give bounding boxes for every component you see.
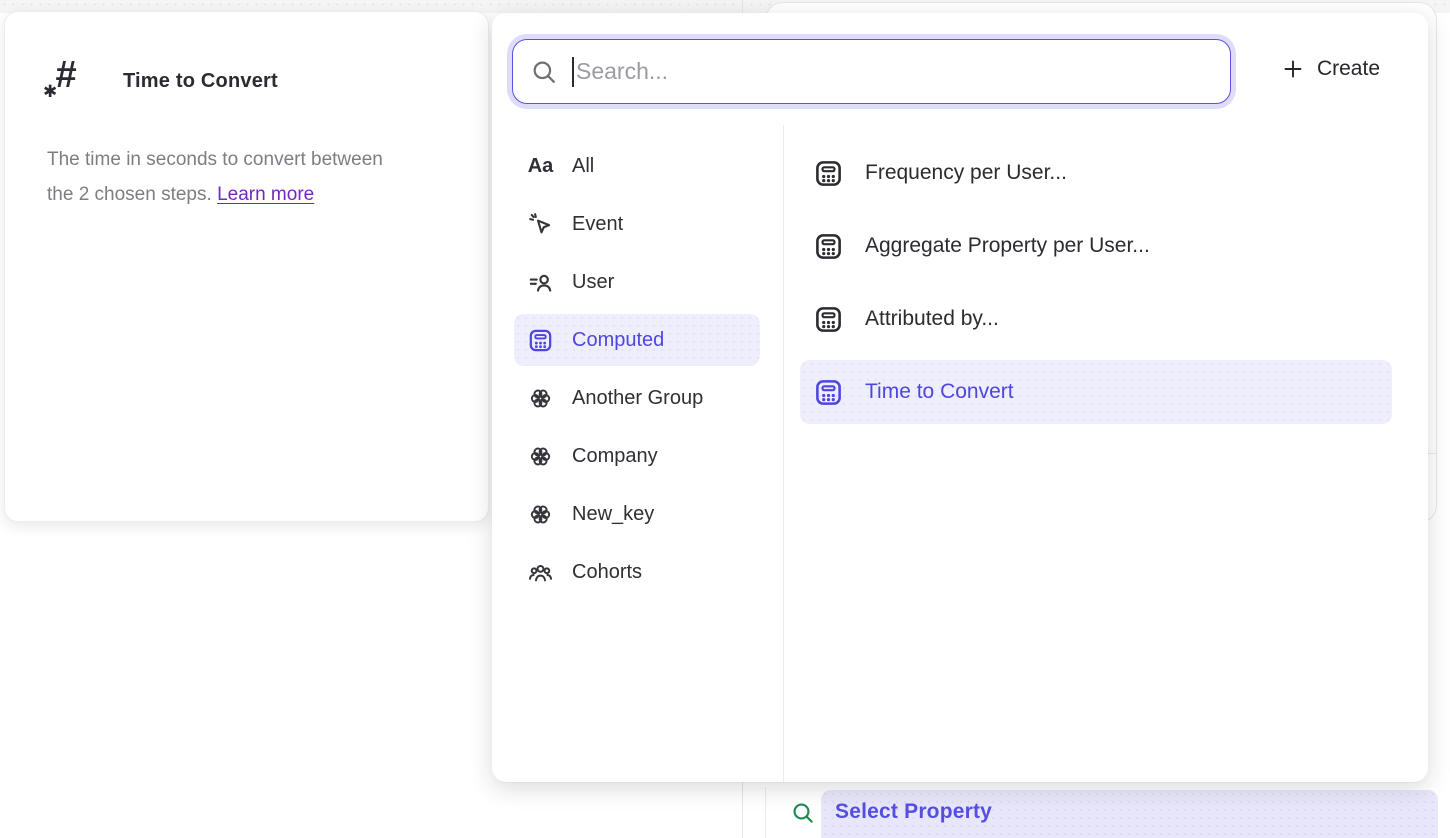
result-item-aggregate-property-per-user[interactable]: Aggregate Property per User...: [800, 214, 1392, 278]
tooltip-description: The time in seconds to convert between t…: [5, 104, 488, 212]
result-item-attributed-by[interactable]: Attributed by...: [800, 287, 1392, 351]
property-row: Select Property: [765, 787, 1450, 838]
cohort-people-icon: [527, 559, 554, 586]
search-input[interactable]: [574, 40, 1230, 103]
result-item-time-to-convert[interactable]: Time to Convert: [800, 360, 1392, 424]
sidebar-item-company[interactable]: Company: [514, 430, 760, 482]
result-item-label: Attributed by...: [865, 307, 999, 331]
group-cluster-icon: [527, 385, 554, 412]
select-property-button[interactable]: Select Property: [821, 790, 1438, 838]
property-tooltip-card: # ✱ Time to Convert The time in seconds …: [4, 11, 489, 522]
group-cluster-icon: [527, 501, 554, 528]
calculator-icon: [813, 231, 844, 262]
tooltip-title: Time to Convert: [123, 70, 278, 93]
calculator-icon: [527, 327, 554, 354]
sidebar-item-label: Event: [572, 213, 623, 236]
calculator-icon: [813, 377, 844, 408]
sidebar-item-label: Computed: [572, 329, 664, 352]
create-button-label: Create: [1317, 57, 1380, 81]
create-button[interactable]: Create: [1281, 57, 1380, 81]
search-icon: [790, 800, 816, 826]
result-item-frequency-per-user[interactable]: Frequency per User...: [800, 141, 1392, 205]
tooltip-description-line1: The time in seconds to convert between: [47, 149, 383, 170]
result-item-label: Aggregate Property per User...: [865, 234, 1150, 258]
text-format-icon: Aa: [527, 153, 554, 180]
picker-body: Aa All Event User Computed Another Group…: [492, 125, 1428, 782]
plus-icon: [1281, 57, 1305, 81]
sidebar-item-label: Company: [572, 445, 658, 468]
page: Select Property # ✱ Time to Convert The …: [0, 0, 1450, 838]
sidebar-item-label: User: [572, 271, 614, 294]
search-icon: [530, 58, 558, 86]
group-cluster-icon: [527, 443, 554, 470]
cursor-click-icon: [527, 211, 554, 238]
sidebar-item-label: Cohorts: [572, 561, 642, 584]
sidebar-item-user[interactable]: User: [514, 256, 760, 308]
numeric-hash-icon: # ✱: [45, 58, 91, 104]
sidebar-item-computed[interactable]: Computed: [514, 314, 760, 366]
sidebar-item-new-key[interactable]: New_key: [514, 488, 760, 540]
sidebar-item-label: Another Group: [572, 387, 703, 410]
property-picker-modal: Create Aa All Event User Computed Anothe…: [492, 13, 1428, 782]
sidebar-item-another-group[interactable]: Another Group: [514, 372, 760, 424]
sidebar-item-label: New_key: [572, 503, 654, 526]
calculator-icon: [813, 304, 844, 335]
category-sidebar: Aa All Event User Computed Another Group…: [492, 125, 783, 782]
sidebar-item-event[interactable]: Event: [514, 198, 760, 250]
user-list-icon: [527, 269, 554, 296]
calculator-icon: [813, 158, 844, 189]
sidebar-item-cohorts[interactable]: Cohorts: [514, 546, 760, 598]
select-property-label: Select Property: [835, 800, 992, 824]
sidebar-item-label: All: [572, 155, 594, 178]
result-item-label: Time to Convert: [865, 380, 1014, 404]
search-box[interactable]: [512, 39, 1231, 104]
learn-more-link[interactable]: Learn more: [217, 184, 314, 205]
sidebar-item-all[interactable]: Aa All: [514, 140, 760, 192]
picker-header: Create: [492, 13, 1428, 125]
results-list: Frequency per User... Aggregate Property…: [784, 125, 1428, 782]
tooltip-description-line2: the 2 chosen steps.: [47, 184, 212, 205]
result-item-label: Frequency per User...: [865, 161, 1067, 185]
